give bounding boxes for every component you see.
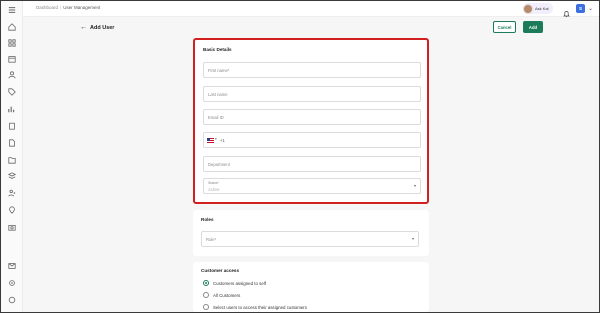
calendar-icon[interactable] bbox=[7, 54, 17, 64]
last-name-placeholder: Last name bbox=[208, 92, 228, 97]
layers-icon[interactable] bbox=[7, 171, 17, 181]
radio-option[interactable]: Customers assigned to self bbox=[203, 280, 266, 286]
breadcrumb: Dashboard / User Management bbox=[36, 5, 100, 10]
org-badge[interactable]: S bbox=[576, 4, 585, 13]
file-icon[interactable] bbox=[7, 138, 17, 148]
department-placeholder: Department bbox=[208, 162, 230, 167]
clipboard-icon[interactable] bbox=[7, 121, 17, 131]
phone-field[interactable]: ▾ +1 bbox=[203, 132, 421, 148]
email-placeholder: Email ID bbox=[208, 115, 224, 120]
settings-icon[interactable] bbox=[7, 278, 17, 288]
roles-card: Roles Role* bbox=[193, 210, 429, 256]
avatar bbox=[523, 3, 533, 14]
role-placeholder: Role* bbox=[206, 237, 217, 242]
radio-option[interactable]: All Customers bbox=[203, 292, 240, 298]
radio-label: All Customers bbox=[213, 292, 241, 298]
radio-label: Select users to access their assigned cu… bbox=[213, 304, 307, 310]
user-menu[interactable]: Ask Kai bbox=[523, 3, 553, 14]
mail-icon[interactable] bbox=[7, 261, 17, 271]
bell-icon[interactable] bbox=[563, 5, 570, 18]
dial-code: +1 bbox=[220, 138, 225, 143]
radio-button[interactable] bbox=[203, 304, 209, 310]
roles-title: Roles bbox=[201, 217, 214, 222]
pin-icon[interactable] bbox=[7, 205, 17, 215]
back-row: ← Add User bbox=[80, 24, 114, 31]
breadcrumb-user-management: User Management bbox=[63, 5, 101, 10]
basic-details-card: Basic Details First name* Last name Emai… bbox=[193, 38, 429, 204]
back-arrow-icon[interactable]: ← bbox=[80, 24, 87, 31]
breadcrumb-separator: / bbox=[60, 5, 62, 10]
radio-label: Customers assigned to self bbox=[213, 280, 266, 286]
sidebar bbox=[1, 1, 23, 312]
first-name-field[interactable]: First name* bbox=[203, 62, 421, 78]
us-flag-icon[interactable] bbox=[207, 138, 214, 143]
last-name-field[interactable]: Last name bbox=[203, 86, 421, 102]
status-value: Active bbox=[208, 187, 220, 192]
add-button[interactable]: Add bbox=[523, 21, 543, 33]
user-name: Ask Kai bbox=[535, 6, 549, 11]
chart-icon[interactable] bbox=[7, 104, 17, 114]
role-select[interactable]: Role* bbox=[201, 231, 419, 247]
breadcrumb-dashboard[interactable]: Dashboard bbox=[36, 5, 58, 10]
home-icon[interactable] bbox=[7, 22, 17, 32]
radio-button[interactable] bbox=[203, 280, 209, 286]
email-field[interactable]: Email ID bbox=[203, 109, 421, 125]
country-caret-icon[interactable]: ▾ bbox=[215, 137, 217, 141]
radio-option[interactable]: Select users to access their assigned cu… bbox=[203, 304, 307, 310]
chevron-down-icon[interactable]: ⌄ bbox=[588, 5, 593, 12]
status-select[interactable]: Status* Active bbox=[203, 178, 421, 194]
camera-icon[interactable] bbox=[7, 222, 17, 232]
customer-access-title: Customer access bbox=[201, 268, 240, 273]
main-content: ← Add User Cancel Add Basic Details Firs… bbox=[23, 17, 599, 312]
status-label: Status* bbox=[208, 181, 219, 185]
basic-details-title: Basic Details bbox=[203, 47, 232, 52]
help-icon[interactable] bbox=[7, 295, 17, 305]
chevron-down-icon bbox=[414, 185, 416, 187]
folder-icon[interactable] bbox=[7, 155, 17, 165]
department-field[interactable]: Department bbox=[203, 156, 421, 172]
customer-access-card: Customer access Customers assigned to se… bbox=[193, 262, 429, 312]
tag-icon[interactable] bbox=[7, 87, 17, 97]
cancel-button[interactable]: Cancel bbox=[493, 21, 516, 33]
grid-icon[interactable] bbox=[7, 38, 17, 48]
users-icon[interactable] bbox=[7, 188, 17, 198]
page-title: Add User bbox=[90, 24, 115, 31]
person-icon[interactable] bbox=[7, 70, 17, 80]
radio-button[interactable] bbox=[203, 292, 209, 298]
menu-icon[interactable] bbox=[7, 5, 17, 15]
topbar: Dashboard / User Management Ask Kai S ⌄ bbox=[23, 1, 599, 18]
first-name-placeholder: First name* bbox=[208, 68, 230, 73]
chevron-down-icon bbox=[412, 238, 414, 240]
